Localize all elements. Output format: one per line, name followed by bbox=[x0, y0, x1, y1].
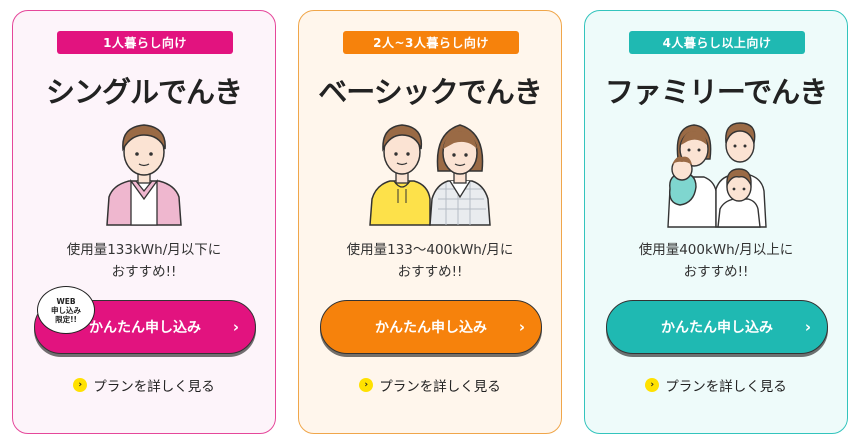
usage-text: 使用量400kWh/月以上に bbox=[638, 242, 794, 258]
plan-detail-link[interactable]: › プランを詳しく見る bbox=[13, 375, 275, 395]
plan-badge: 1人暮らし向け bbox=[57, 31, 233, 54]
chevron-circle-icon: › bbox=[73, 378, 88, 392]
detail-label: プランを詳しく見る bbox=[93, 379, 215, 395]
web-badge-line: WEB bbox=[56, 296, 76, 306]
easy-apply-button[interactable]: かんたん申し込み › bbox=[320, 300, 542, 354]
cta-label: かんたん申し込み bbox=[375, 320, 487, 336]
web-badge-line: 限定!! bbox=[55, 314, 77, 324]
plan-title: ベーシックでんき bbox=[318, 75, 542, 109]
detail-label: プランを詳しく見る bbox=[665, 379, 787, 395]
usage-text: 使用量133kWh/月以下に bbox=[66, 242, 222, 258]
plan-detail-link[interactable]: › プランを詳しく見る bbox=[585, 375, 847, 395]
cta-label: かんたん申し込み bbox=[89, 320, 201, 336]
plan-detail-link[interactable]: › プランを詳しく見る bbox=[299, 375, 561, 395]
cta-label: かんたん申し込み bbox=[661, 320, 773, 336]
chevron-right-icon: › bbox=[518, 318, 525, 336]
web-badge-line: 申し込み bbox=[51, 305, 81, 315]
family-icon bbox=[667, 122, 767, 228]
single-person-icon bbox=[106, 124, 182, 226]
recommend-text: おすすめ!! bbox=[397, 264, 463, 280]
plan-card-single: 1人暮らし向け シングルでんき 使用量133kWh/月以下に おすすめ!! かん… bbox=[12, 10, 276, 434]
plan-card-family: 4人暮らし以上向け ファミリーでんき 使用量400kWh/月以上に おすすめ!!… bbox=[584, 10, 848, 434]
chevron-circle-icon: › bbox=[645, 378, 660, 392]
recommend-text: おすすめ!! bbox=[683, 264, 749, 280]
plan-card-basic: 2人~3人暮らし向け ベーシックでんき 使用量133～400kWh/月に おすす… bbox=[298, 10, 562, 434]
plan-badge: 4人暮らし以上向け bbox=[629, 31, 805, 54]
plan-usage-description: 使用量133kWh/月以下に おすすめ!! bbox=[13, 239, 275, 283]
easy-apply-button[interactable]: かんたん申し込み › bbox=[606, 300, 828, 354]
plan-title: シングルでんき bbox=[45, 75, 243, 109]
recommend-text: おすすめ!! bbox=[111, 264, 177, 280]
plan-usage-description: 使用量400kWh/月以上に おすすめ!! bbox=[585, 239, 847, 283]
plan-badge: 2人~3人暮らし向け bbox=[343, 31, 519, 54]
plan-usage-description: 使用量133～400kWh/月に おすすめ!! bbox=[299, 239, 561, 283]
usage-text: 使用量133～400kWh/月に bbox=[346, 242, 514, 258]
chevron-circle-icon: › bbox=[359, 378, 374, 392]
web-only-badge: WEB 申し込み 限定!! bbox=[37, 286, 95, 334]
plan-title: ファミリーでんき bbox=[604, 75, 828, 109]
chevron-right-icon: › bbox=[232, 318, 239, 336]
couple-icon bbox=[369, 124, 491, 226]
chevron-right-icon: › bbox=[804, 318, 811, 336]
detail-label: プランを詳しく見る bbox=[379, 379, 501, 395]
